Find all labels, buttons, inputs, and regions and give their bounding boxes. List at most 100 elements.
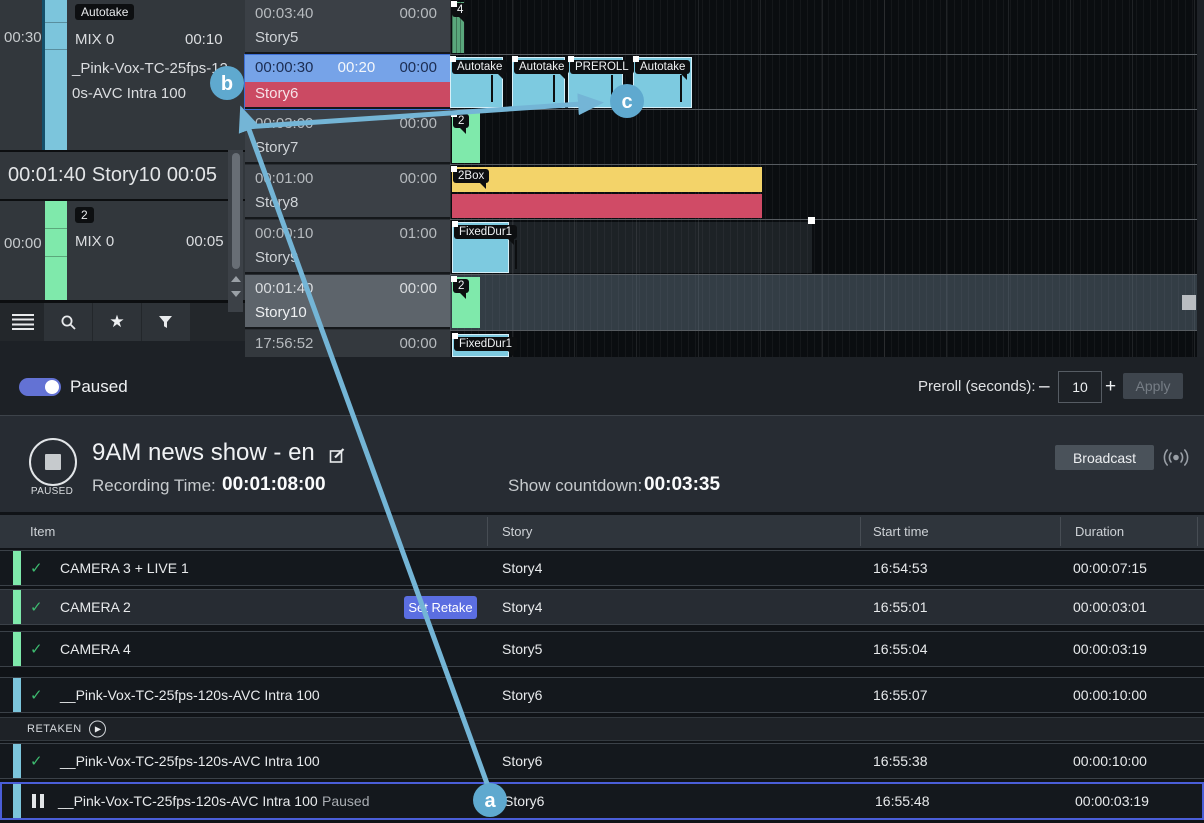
source-2-badge: 2 — [75, 207, 94, 223]
clip-a-duration: 00:10 — [185, 31, 223, 48]
story6-clip-2[interactable]: Autotake — [512, 57, 565, 108]
column-story[interactable]: Story — [502, 524, 532, 539]
take-row-5[interactable]: ✓ __Pink-Vox-TC-25fps-120s-AVC Intra 100… — [0, 743, 1204, 779]
clip-handle[interactable] — [451, 166, 457, 172]
set-retake-button[interactable]: Set Retake — [404, 596, 477, 619]
take-row-1[interactable]: ✓ CAMERA 3 + LIVE 1 Story4 16:54:53 00:0… — [0, 550, 1204, 586]
timeline-clip-grid[interactable]: 4 Autotake Autotake PREROLL Autotake 2 — [450, 0, 1197, 357]
story-row-next[interactable]: 17:56:5200:00 — [245, 330, 450, 357]
story6-clip-2-badge: Autotake — [514, 60, 569, 74]
story-row-story8[interactable]: 00:01:0000:00 Story8 — [245, 165, 450, 219]
story8-clip-top[interactable]: 2Box — [452, 167, 762, 192]
star-icon: ★ — [109, 312, 124, 332]
clip-handle[interactable] — [451, 111, 457, 117]
story-row-story7[interactable]: 00:03:0000:00 Story7 — [245, 110, 450, 164]
duration-cell: 00:00:03:19 — [1073, 641, 1147, 657]
broadcast-button[interactable]: Broadcast — [1055, 445, 1154, 470]
column-duration[interactable]: Duration — [1075, 524, 1124, 539]
column-start-time[interactable]: Start time — [873, 524, 929, 539]
story6-clip-3[interactable]: PREROLL — [568, 57, 623, 108]
clip-handle[interactable] — [512, 56, 518, 62]
story8-clip-bottom[interactable] — [452, 194, 762, 218]
show-countdown-value: 00:03:35 — [644, 474, 720, 496]
clip-handle[interactable] — [452, 221, 458, 227]
on-air-icon[interactable] — [1158, 445, 1194, 470]
clip-a-color-bar[interactable] — [45, 0, 67, 150]
selection-handle[interactable] — [808, 217, 815, 224]
story6-label: Story6 — [255, 85, 298, 102]
column-item[interactable]: Item — [30, 524, 55, 539]
next-story-clip-badge: FixedDur1 — [454, 337, 517, 351]
badge-tail — [611, 75, 613, 102]
favorites-tab[interactable]: ★ — [93, 303, 142, 341]
grid-line — [450, 219, 1197, 220]
clip-handle[interactable] — [450, 56, 456, 62]
story9-clip[interactable]: FixedDur1 — [452, 222, 509, 273]
clip-a-badge: Autotake — [75, 3, 134, 21]
clip-b-color-bar[interactable] — [45, 201, 67, 300]
clip-b-badge-wrap: 2 — [75, 206, 94, 224]
story6-name-band: Story6 — [245, 82, 450, 107]
clip-handle[interactable] — [452, 333, 458, 339]
scroll-down-icon[interactable] — [231, 291, 241, 297]
story6-clip-4[interactable]: Autotake — [633, 57, 692, 108]
clip-b-duration: 00:05 — [186, 233, 224, 250]
edit-icon[interactable] — [329, 447, 346, 464]
scrollbar-thumb[interactable] — [232, 153, 240, 269]
take-row-4[interactable]: ✓ __Pink-Vox-TC-25fps-120s-AVC Intra 100… — [0, 677, 1204, 713]
item-cell: __Pink-Vox-TC-25fps-120s-AVC Intra 100 — [60, 753, 320, 769]
story10-clip[interactable]: 2 — [452, 277, 480, 328]
source-scrollbar[interactable] — [228, 150, 243, 312]
clip-handle[interactable] — [451, 1, 457, 7]
show-title: 9AM news show - en — [92, 439, 315, 467]
story5-start: 00:03:40 — [255, 5, 313, 22]
story7-clip[interactable]: 2 — [452, 112, 480, 163]
story7-start: 00:03:00 — [255, 115, 313, 132]
source-tabs: ★ — [44, 303, 190, 341]
column-divider — [860, 517, 861, 546]
next-story-clip[interactable]: FixedDur1 — [452, 334, 509, 357]
story-cell: Story4 — [502, 599, 542, 615]
list-menu-icon[interactable] — [12, 314, 34, 330]
take-row-6-selected[interactable]: __Pink-Vox-TC-25fps-120s-AVC Intra 100 P… — [0, 782, 1204, 820]
duration-cell: 00:00:07:15 — [1073, 560, 1147, 576]
check-icon: ✓ — [30, 640, 43, 658]
clip-a-transition: MIX 0 — [75, 31, 114, 48]
item-cell: CAMERA 3 + LIVE 1 — [60, 560, 189, 576]
story-row-story10-highlighted[interactable]: 00:01:4000:00 Story10 — [245, 275, 450, 329]
story9-label: Story9 — [255, 249, 298, 266]
segment-divider — [45, 228, 67, 229]
autotake-badge: Autotake — [75, 4, 134, 20]
preroll-minus-button[interactable]: – — [1039, 378, 1050, 396]
story-row-story6-selected[interactable]: 00:00:30 00:20 00:00 Story6 — [245, 55, 450, 109]
filter-tab[interactable] — [142, 303, 190, 341]
scroll-up-icon[interactable] — [231, 276, 241, 282]
row-status-bar — [13, 590, 21, 624]
story6-clip-1[interactable]: Autotake — [450, 57, 503, 108]
timeline-scrollbar[interactable] — [1197, 0, 1204, 357]
stop-state-label: PAUSED — [29, 486, 75, 497]
item-cell: CAMERA 2 — [60, 599, 131, 615]
clip-a-name[interactable]: _Pink-Vox-TC-25fps-120s-AVC Intra 100 — [72, 56, 230, 106]
clip-handle[interactable] — [568, 56, 574, 62]
preroll-input[interactable] — [1058, 371, 1102, 403]
story-row-story5[interactable]: 00:03:4000:00 Story5 — [245, 0, 450, 54]
clip-handle[interactable] — [633, 56, 639, 62]
search-tab[interactable] — [44, 303, 93, 341]
current-story-row[interactable]: 00:01:40 Story10 00:05 — [0, 152, 228, 199]
item-cell: __Pink-Vox-TC-25fps-120s-AVC Intra 100 — [58, 793, 318, 809]
play-retake-icon[interactable]: ▶ — [89, 721, 106, 738]
preroll-plus-button[interactable]: + — [1105, 378, 1116, 396]
story10-right-handle[interactable] — [1182, 295, 1196, 310]
story-cell: Story6 — [504, 793, 544, 809]
paused-toggle[interactable] — [19, 378, 61, 396]
clip-b-offset: 00:00 — [4, 235, 42, 252]
clip-handle[interactable] — [451, 276, 457, 282]
stop-button[interactable] — [29, 438, 77, 486]
take-row-2[interactable]: ✓ CAMERA 2 Story4 16:55:01 00:00:03:01 S… — [0, 589, 1204, 625]
story-row-story9[interactable]: 00:00:1001:00 Story9 — [245, 220, 450, 274]
grid-line — [450, 54, 1197, 55]
story6-clip-3-badge: PREROLL — [570, 60, 634, 74]
apply-button[interactable]: Apply — [1123, 373, 1183, 399]
take-row-3[interactable]: ✓ CAMERA 4 Story5 16:55:04 00:00:03:19 — [0, 631, 1204, 667]
